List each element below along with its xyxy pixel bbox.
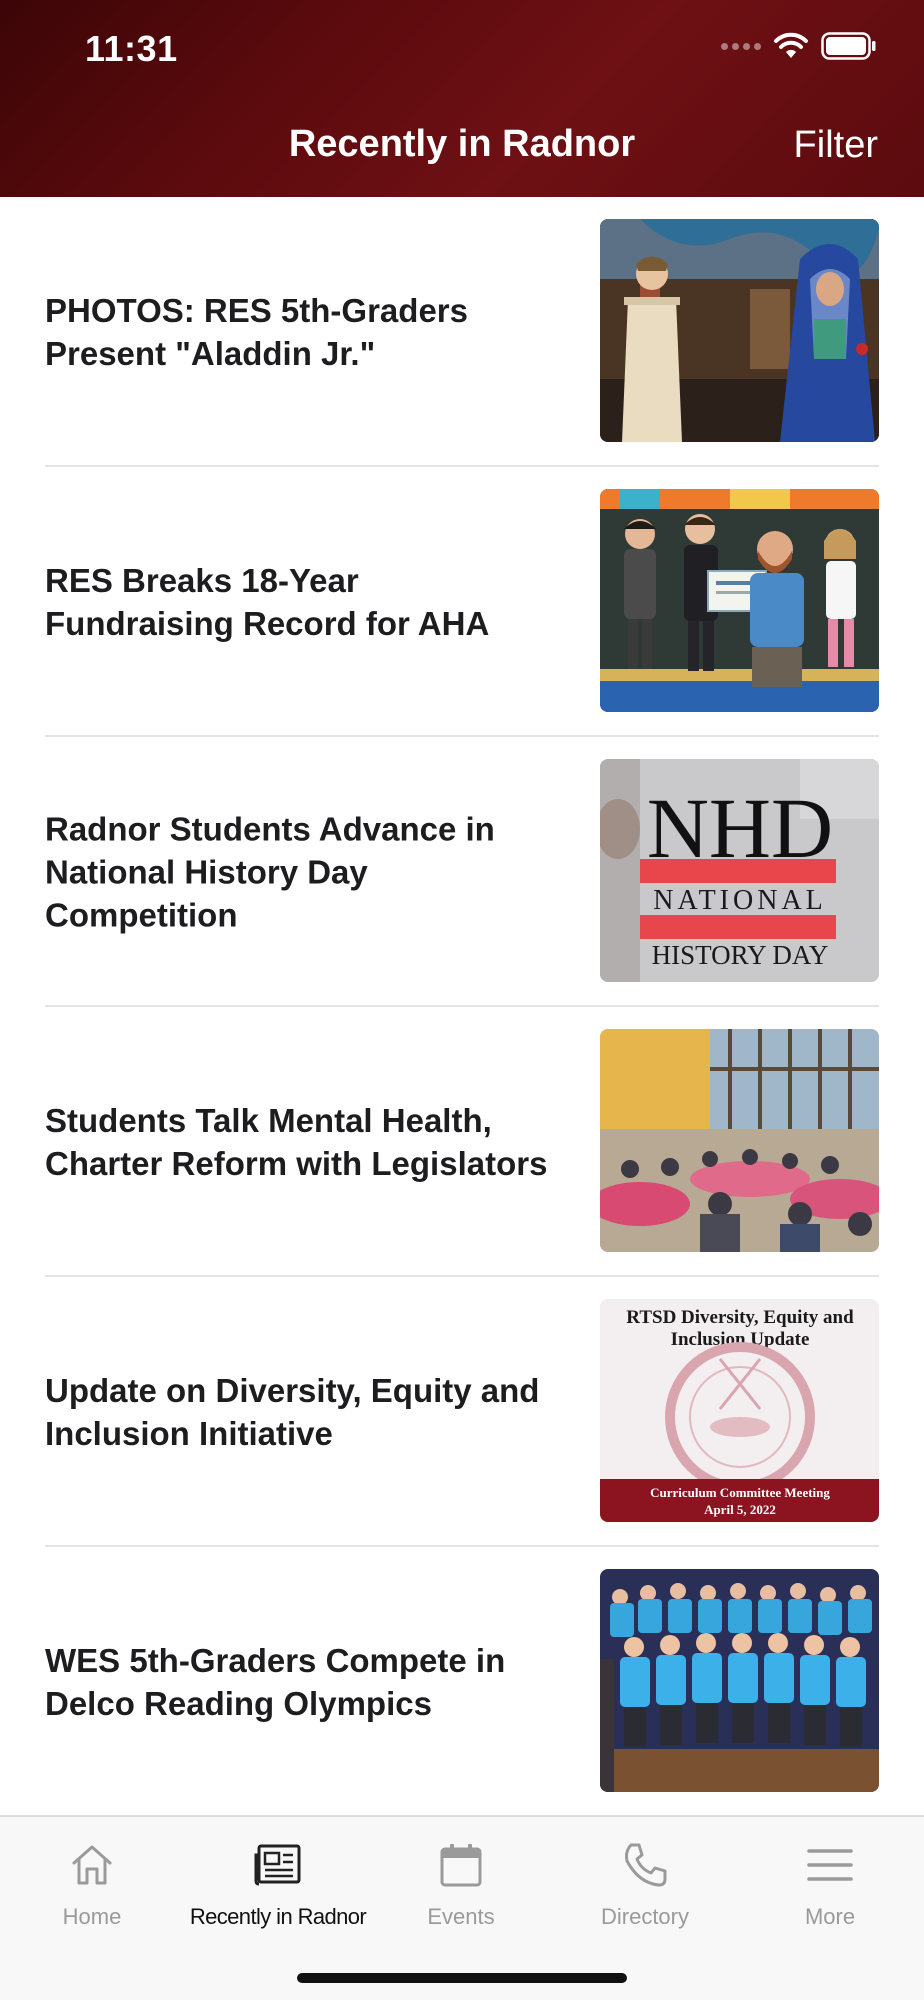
menu-icon: [738, 1837, 922, 1892]
tab-more[interactable]: More: [738, 1837, 922, 1930]
home-icon: [0, 1837, 184, 1892]
tab-directory[interactable]: Directory: [553, 1837, 737, 1930]
status-time: 11:31: [85, 28, 178, 69]
dei-title-line1: RTSD Diversity, Equity and: [626, 1307, 854, 1328]
article-headline: Students Talk Mental Health, Charter Ref…: [45, 1102, 548, 1182]
article-item[interactable]: RES Breaks 18-Year Fundraising Record fo…: [0, 467, 924, 737]
filter-button[interactable]: Filter: [794, 124, 878, 167]
article-headline: PHOTOS: RES 5th-Graders Present "Aladdin…: [45, 292, 468, 372]
article-thumbnail: [600, 219, 879, 442]
article-item[interactable]: Students Talk Mental Health, Charter Ref…: [0, 1007, 924, 1277]
status-icons: [721, 32, 877, 60]
tab-more-label: More: [804, 1904, 856, 1929]
article-thumbnail: [600, 1569, 879, 1792]
dei-footer-line2: April 5, 2022: [704, 1502, 776, 1517]
article-headline: WES 5th-Graders Compete in Delco Reading…: [45, 1642, 506, 1722]
article-item[interactable]: WES 5th-Graders Compete in Delco Reading…: [0, 1547, 924, 1817]
tab-recently-in-radnor[interactable]: Recently in Radnor: [186, 1837, 370, 1930]
dei-footer-line1: Curriculum Committee Meeting: [650, 1485, 830, 1500]
wifi-icon: [773, 32, 809, 60]
home-indicator: [297, 1973, 627, 1983]
article-item[interactable]: PHOTOS: RES 5th-Graders Present "Aladdin…: [0, 197, 924, 467]
article-thumbnail: [600, 1029, 879, 1252]
calendar-icon: [369, 1837, 553, 1892]
tab-home[interactable]: Home: [0, 1837, 184, 1930]
battery-icon: [821, 32, 877, 60]
cellular-signal-icon: [721, 42, 761, 50]
tab-events-label: Events: [427, 1904, 495, 1929]
article-headline: Radnor Students Advance in National Hist…: [45, 810, 495, 934]
article-item[interactable]: Update on Diversity, Equity and Inclusio…: [0, 1277, 924, 1547]
tab-recently-label: Recently in Radnor: [189, 1904, 367, 1929]
tab-home-label: Home: [62, 1904, 122, 1929]
article-list: PHOTOS: RES 5th-Graders Present "Aladdin…: [0, 197, 924, 1817]
tab-directory-label: Directory: [600, 1904, 689, 1929]
page-title: Recently in Radnor: [288, 123, 636, 165]
phone-icon: [553, 1837, 737, 1892]
nhd-logo-line2: HISTORY DAY: [652, 940, 829, 970]
article-thumbnail: RTSD Diversity, Equity and Inclusion Upd…: [600, 1299, 879, 1522]
tab-events[interactable]: Events: [369, 1837, 553, 1930]
article-headline: Update on Diversity, Equity and Inclusio…: [45, 1372, 540, 1452]
nhd-logo-line1: NATIONAL: [653, 885, 827, 916]
newspaper-icon: [186, 1837, 370, 1892]
article-headline: RES Breaks 18-Year Fundraising Record fo…: [45, 562, 490, 642]
app-header: 11:31 Recently in Radnor Filter: [0, 0, 924, 197]
article-thumbnail: NHD NATIONAL HISTORY DAY: [600, 759, 879, 982]
article-thumbnail: [600, 489, 879, 712]
article-item[interactable]: Radnor Students Advance in National Hist…: [0, 737, 924, 1007]
